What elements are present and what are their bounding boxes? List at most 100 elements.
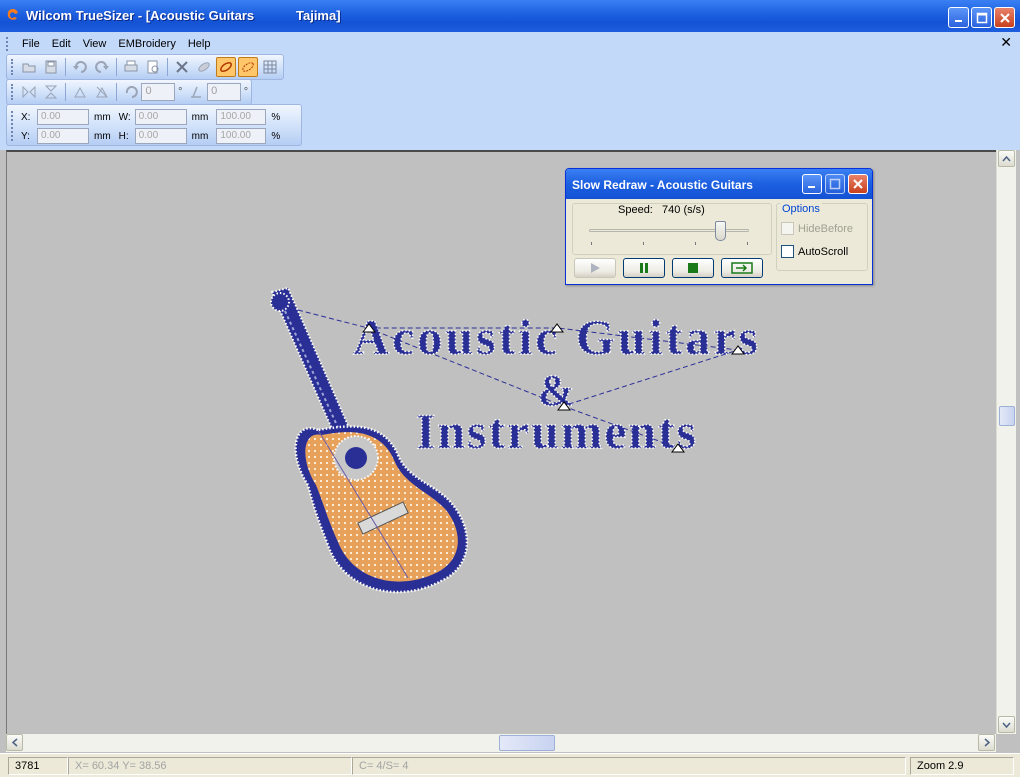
slow-redraw-title: Slow Redraw - Acoustic Guitars xyxy=(572,178,753,192)
h-percent-unit: % xyxy=(271,130,281,142)
maximize-icon xyxy=(829,178,841,190)
transform-toolbar: 0 ° 0 ° xyxy=(6,79,252,105)
stop-button[interactable] xyxy=(672,258,714,278)
vertical-scrollbar[interactable] xyxy=(996,150,1016,734)
speed-slider-thumb[interactable] xyxy=(715,221,727,241)
w-label: W: xyxy=(118,111,131,123)
w-percent-unit: % xyxy=(271,111,281,123)
document-close-icon[interactable]: ✕ xyxy=(1000,34,1012,51)
menu-view[interactable]: View xyxy=(77,36,113,52)
autoscroll-checkbox[interactable]: AutoScroll xyxy=(781,245,848,258)
w-unit: mm xyxy=(191,111,209,123)
rotate-right-icon[interactable] xyxy=(92,82,112,102)
hide-before-checkbox[interactable]: HideBefore xyxy=(781,222,853,235)
pause-icon xyxy=(640,263,648,273)
speed-label: Speed: xyxy=(618,204,653,216)
open-icon[interactable] xyxy=(19,57,39,77)
app-logo-icon xyxy=(7,9,18,20)
height-field[interactable]: 0.00 xyxy=(134,128,187,144)
toolbar-separator xyxy=(115,83,117,101)
close-icon xyxy=(999,12,1010,23)
play-icon xyxy=(591,263,600,273)
minimize-icon xyxy=(954,19,962,22)
redo-icon[interactable] xyxy=(92,57,112,77)
title-bar: Wilcom TrueSizer - [Acoustic Guitars Taj… xyxy=(0,0,1020,32)
mirror-vertical-icon[interactable] xyxy=(41,82,61,102)
scroll-up-button[interactable] xyxy=(998,150,1015,167)
dialog-close-button[interactable] xyxy=(848,174,868,194)
slant-icon[interactable] xyxy=(186,82,206,102)
width-field[interactable]: 0.00 xyxy=(134,109,187,125)
scroll-right-button[interactable] xyxy=(978,734,995,751)
cut-icon[interactable] xyxy=(172,57,192,77)
show-stitches-icon[interactable] xyxy=(216,57,236,77)
maximize-button[interactable] xyxy=(971,7,992,28)
embroidery-design[interactable]: Acoustic Guitars & Instruments xyxy=(258,280,788,610)
scroll-left-button[interactable] xyxy=(6,734,23,751)
y-field[interactable]: 0.00 xyxy=(37,128,89,144)
toolbar-separator xyxy=(65,58,66,76)
autoscroll-label: AutoScroll xyxy=(798,245,849,258)
toolbar-grip[interactable] xyxy=(11,111,14,141)
height-percent-field[interactable]: 100.00 xyxy=(216,128,267,144)
window-title: Wilcom TrueSizer - [Acoustic Guitars xyxy=(26,8,255,23)
show-outlines-icon[interactable] xyxy=(238,57,258,77)
mirror-horizontal-icon[interactable] xyxy=(19,82,39,102)
hide-before-box[interactable] xyxy=(781,222,794,235)
toolbar-separator xyxy=(116,58,117,76)
speed-slider-ticks xyxy=(591,242,751,246)
toolbar-area: File Edit View EMBroidery Help ✕ 0 ° 0 °… xyxy=(0,32,1020,150)
pause-button[interactable] xyxy=(623,258,665,278)
h-unit: mm xyxy=(191,130,209,142)
minimize-button[interactable] xyxy=(948,7,969,28)
menu-embroidery[interactable]: EMBroidery xyxy=(112,36,181,52)
print-icon[interactable] xyxy=(121,57,141,77)
rotate-angle-field[interactable]: 0 xyxy=(141,83,176,101)
stitch-count: 3781 xyxy=(8,757,68,775)
width-percent-field[interactable]: 100.00 xyxy=(216,109,267,125)
save-icon[interactable] xyxy=(41,57,61,77)
play-button[interactable] xyxy=(574,258,616,278)
grid-icon[interactable] xyxy=(260,57,280,77)
design-text-line3: Instruments xyxy=(416,403,696,459)
dialog-maximize-button[interactable] xyxy=(825,174,845,194)
dialog-minimize-button[interactable] xyxy=(802,174,822,194)
print-preview-icon[interactable] xyxy=(143,57,163,77)
guitar-neck xyxy=(270,286,352,440)
x-unit: mm xyxy=(94,111,111,123)
slant-angle-field[interactable]: 0 xyxy=(207,83,242,101)
autoscroll-box[interactable] xyxy=(781,245,794,258)
menu-help[interactable]: Help xyxy=(182,36,217,52)
menubar-grip[interactable] xyxy=(6,37,10,51)
chevron-up-icon xyxy=(1002,155,1011,161)
scroll-down-button[interactable] xyxy=(998,716,1015,733)
options-legend: Options xyxy=(780,203,822,215)
close-button[interactable] xyxy=(994,7,1015,28)
zoom-indicator: Zoom 2.9 xyxy=(910,757,1014,775)
horizontal-scroll-thumb[interactable] xyxy=(499,735,555,751)
leaf-icon[interactable] xyxy=(194,57,214,77)
vertical-scroll-thumb[interactable] xyxy=(999,406,1015,426)
menu-edit[interactable]: Edit xyxy=(46,36,77,52)
x-label: X: xyxy=(21,111,31,123)
toolbar-grip[interactable] xyxy=(11,59,14,75)
toolbar-separator xyxy=(64,83,66,101)
chevron-right-icon xyxy=(984,738,990,747)
slant-unit: ° xyxy=(243,86,249,98)
y-label: Y: xyxy=(21,130,30,142)
x-field[interactable]: 0.00 xyxy=(37,109,89,125)
go-to-end-button[interactable] xyxy=(721,258,763,278)
rotate-angle-icon[interactable] xyxy=(121,82,141,102)
design-text-line1: Acoustic Guitars xyxy=(353,309,758,365)
toolbar-separator xyxy=(167,58,168,76)
hide-before-label: HideBefore xyxy=(798,222,854,235)
undo-icon[interactable] xyxy=(70,57,90,77)
menu-file[interactable]: File xyxy=(16,36,46,52)
horizontal-scrollbar[interactable] xyxy=(6,734,996,752)
standard-toolbar xyxy=(6,54,284,80)
close-icon xyxy=(853,179,863,189)
color-stop-indicator: C= 4/S= 4 xyxy=(352,757,906,775)
toolbar-grip[interactable] xyxy=(11,84,14,100)
coord-row-2: Y: 0.00 mm H: 0.00 mm 100.00 % xyxy=(21,127,288,145)
rotate-left-icon[interactable] xyxy=(70,82,90,102)
